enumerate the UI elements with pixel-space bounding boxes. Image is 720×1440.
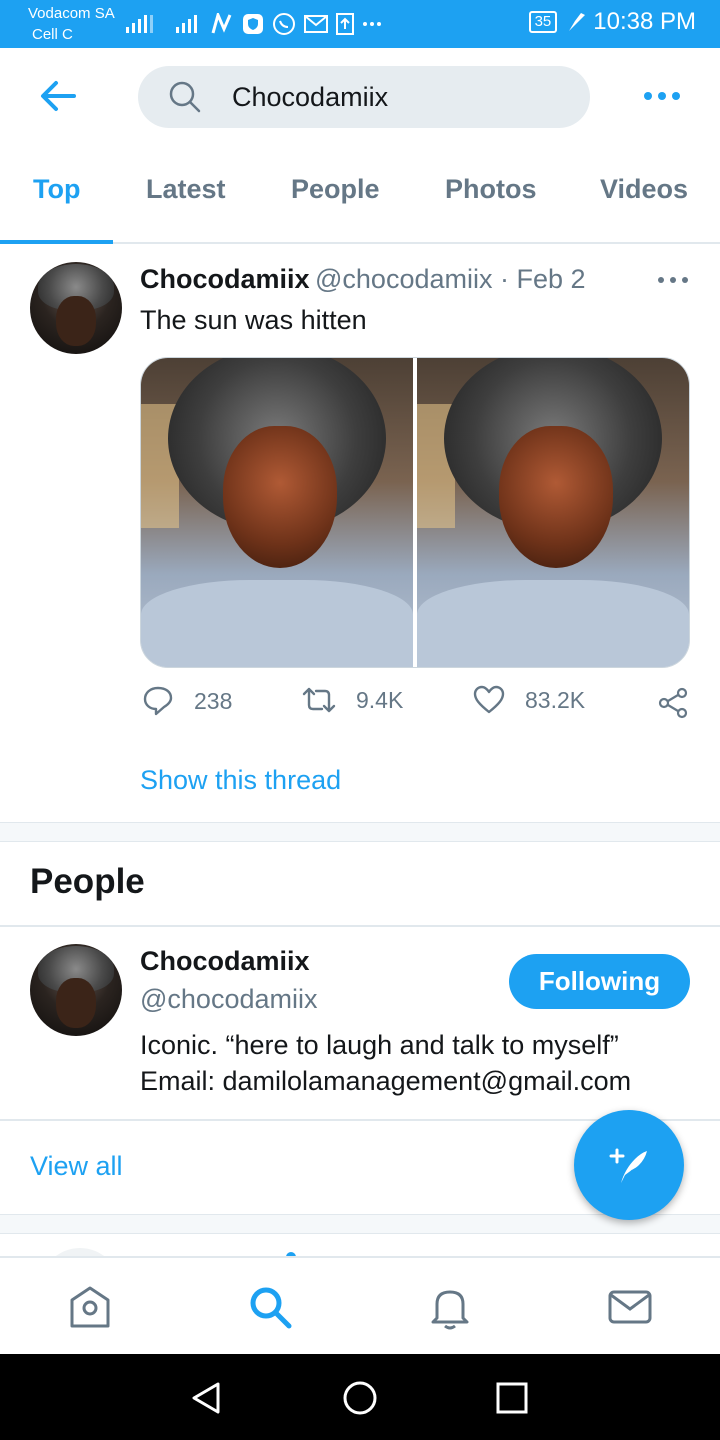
back-triangle-icon[interactable] xyxy=(186,1378,226,1418)
tab-photos[interactable]: Photos xyxy=(445,174,537,205)
people-heading: People xyxy=(30,862,145,901)
more-options-icon[interactable] xyxy=(642,84,682,108)
user-bio-email: Email: damilolamanagement@gmail.com xyxy=(140,1066,632,1096)
photo-face xyxy=(222,425,337,569)
charging-icon xyxy=(569,13,586,31)
next-section-peek xyxy=(0,1238,720,1256)
tweet-more-icon[interactable] xyxy=(656,272,690,288)
compose-tweet-button[interactable] xyxy=(574,1110,684,1220)
user-handle: @chocodamiix xyxy=(140,984,318,1014)
photo-shirt xyxy=(141,580,413,667)
tweet-photo-2[interactable] xyxy=(417,358,689,667)
mail-notification-icon xyxy=(304,15,328,33)
tab-top[interactable]: Top xyxy=(33,174,80,205)
show-thread-link[interactable]: Show this thread xyxy=(140,765,341,796)
nfc-icon xyxy=(211,13,232,34)
search-icon[interactable] xyxy=(245,1282,295,1332)
search-icon xyxy=(169,81,201,113)
tweet-actions: 238 9.4K 83.2K xyxy=(0,685,720,725)
reply-icon xyxy=(143,686,173,716)
status-icons xyxy=(124,10,382,38)
user-display-name[interactable]: Chocodamiix xyxy=(140,946,310,977)
section-separator xyxy=(0,822,720,842)
compose-feather-icon xyxy=(609,1148,647,1183)
tweet-photo-1[interactable] xyxy=(141,358,413,667)
upload-icon xyxy=(336,13,354,35)
tweet-media xyxy=(140,357,690,668)
retweet-count: 9.4K xyxy=(356,686,404,713)
carrier-name-secondary: Cell C xyxy=(32,26,73,43)
back-arrow-icon[interactable] xyxy=(38,78,78,114)
recents-square-icon[interactable] xyxy=(492,1378,532,1418)
tab-latest[interactable]: Latest xyxy=(146,174,226,205)
avatar-face xyxy=(56,978,96,1028)
divider xyxy=(0,925,720,927)
status-right: 35 10:38 PM xyxy=(528,8,696,36)
shield-app-icon xyxy=(243,14,263,34)
active-tab-indicator xyxy=(0,240,113,244)
signal-icon xyxy=(126,15,153,33)
clock: 10:38 PM xyxy=(593,8,696,35)
home-icon[interactable] xyxy=(65,1282,115,1332)
tab-people[interactable]: People xyxy=(291,174,380,205)
peek-avatar xyxy=(40,1248,120,1256)
more-notifications-icon xyxy=(363,22,381,26)
search-input[interactable]: Chocodamiix xyxy=(138,66,590,128)
bell-icon[interactable] xyxy=(425,1282,475,1332)
retweet-icon xyxy=(302,687,336,713)
search-header: Chocodamiix xyxy=(0,48,720,144)
like-count: 83.2K xyxy=(525,686,586,713)
tab-videos[interactable]: Videos xyxy=(600,174,688,205)
search-query: Chocodamiix xyxy=(232,82,389,112)
retweet-button[interactable]: 9.4K xyxy=(302,685,403,715)
bottom-navigation xyxy=(0,1256,720,1354)
like-button[interactable]: 83.2K xyxy=(473,685,585,715)
carrier-name: Vodacom SA xyxy=(28,5,115,22)
user-avatar[interactable] xyxy=(30,944,122,1036)
photo-face xyxy=(498,425,613,569)
reply-button[interactable]: 238 xyxy=(142,685,232,717)
signal-icon-secondary xyxy=(176,15,197,33)
photo-shirt xyxy=(417,580,689,667)
search-tabs: Top Latest People Photos Videos xyxy=(0,152,720,244)
view-all-link[interactable]: View all xyxy=(30,1151,123,1182)
android-navigation-bar xyxy=(0,1354,720,1440)
battery-level: 35 xyxy=(528,11,558,33)
home-circle-icon[interactable] xyxy=(340,1378,380,1418)
reply-count: 238 xyxy=(194,687,233,714)
user-bio: Iconic. “here to laugh and talk to mysel… xyxy=(140,1030,619,1060)
whatsapp-icon xyxy=(273,13,295,35)
share-icon[interactable] xyxy=(657,687,689,719)
avatar-face xyxy=(56,296,96,346)
status-bar: Vodacom SA Cell C 35 10:38 PM xyxy=(0,0,720,48)
following-button[interactable]: Following xyxy=(509,954,690,1009)
tweet-display-name[interactable]: Chocodamiix xyxy=(140,264,310,295)
tweet-avatar[interactable] xyxy=(30,262,122,354)
heart-icon xyxy=(473,685,505,714)
tweet-text: The sun was hitten xyxy=(140,305,367,335)
tweet-handle-date: @chocodamiix · Feb 2 xyxy=(315,264,586,294)
mail-icon[interactable] xyxy=(605,1282,655,1332)
